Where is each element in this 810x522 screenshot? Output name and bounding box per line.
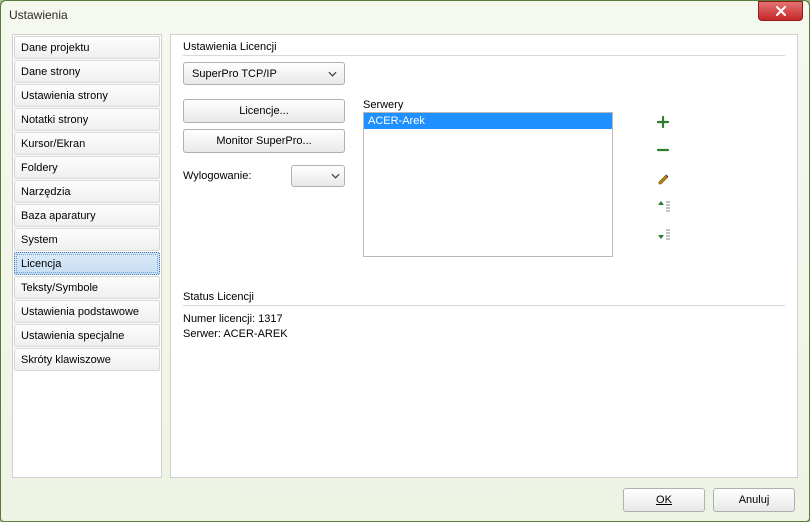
sidebar-item-ustawienia-strony[interactable]: Ustawienia strony bbox=[14, 84, 160, 107]
sidebar-item-foldery[interactable]: Foldery bbox=[14, 156, 160, 179]
move-down-button[interactable] bbox=[654, 225, 672, 243]
ok-button[interactable]: OK bbox=[623, 488, 705, 512]
dialog-footer: OK Anuluj bbox=[623, 488, 795, 512]
sidebar-item-dane-strony[interactable]: Dane strony bbox=[14, 60, 160, 83]
license-status-label: Status Licencji bbox=[183, 291, 785, 303]
close-button[interactable] bbox=[758, 1, 803, 21]
sidebar-item-notatki-strony[interactable]: Notatki strony bbox=[14, 108, 160, 131]
content-panel: Ustawienia Licencji SuperPro TCP/IP Lice… bbox=[170, 34, 798, 478]
license-type-combo[interactable]: SuperPro TCP/IP bbox=[183, 62, 345, 85]
close-icon bbox=[775, 6, 787, 16]
edit-server-button[interactable] bbox=[654, 169, 672, 187]
divider bbox=[183, 305, 785, 306]
category-sidebar: Dane projektuDane stronyUstawienia stron… bbox=[12, 34, 162, 478]
license-number-line: Numer licencji: 1317 bbox=[183, 312, 785, 327]
ok-label: OK bbox=[656, 494, 672, 506]
server-list-item[interactable]: ACER-Arek bbox=[364, 113, 612, 129]
sidebar-item-kursor-ekran[interactable]: Kursor/Ekran bbox=[14, 132, 160, 155]
monitor-superpro-button[interactable]: Monitor SuperPro... bbox=[183, 129, 345, 153]
sidebar-item-dane-projektu[interactable]: Dane projektu bbox=[14, 36, 160, 59]
move-up-button[interactable] bbox=[654, 197, 672, 215]
add-server-button[interactable] bbox=[654, 113, 672, 131]
licenses-button[interactable]: Licencje... bbox=[183, 99, 345, 123]
sidebar-item-ustawienia-specjalne[interactable]: Ustawienia specjalne bbox=[14, 324, 160, 347]
servers-label: Serwery bbox=[363, 99, 633, 111]
plus-icon bbox=[656, 115, 670, 129]
arrow-up-icon bbox=[656, 199, 670, 213]
pencil-icon bbox=[656, 171, 670, 185]
server-toolbar bbox=[651, 99, 675, 257]
logout-label: Wylogowanie: bbox=[183, 170, 283, 182]
cancel-button[interactable]: Anuluj bbox=[713, 488, 795, 512]
window-title: Ustawienia bbox=[7, 8, 803, 22]
license-type-value: SuperPro TCP/IP bbox=[192, 68, 324, 80]
arrow-down-icon bbox=[656, 227, 670, 241]
sidebar-item-baza-aparatury[interactable]: Baza aparatury bbox=[14, 204, 160, 227]
sidebar-item-narz-dzia[interactable]: Narzędzia bbox=[14, 180, 160, 203]
titlebar: Ustawienia bbox=[1, 1, 809, 29]
divider bbox=[183, 55, 785, 56]
minus-icon bbox=[656, 143, 670, 157]
logout-combo[interactable] bbox=[291, 165, 345, 187]
sidebar-item-teksty-symbole[interactable]: Teksty/Symbole bbox=[14, 276, 160, 299]
sidebar-item-ustawienia-podstawowe[interactable]: Ustawienia podstawowe bbox=[14, 300, 160, 323]
sidebar-item-skr-ty-klawiszowe[interactable]: Skróty klawiszowe bbox=[14, 348, 160, 371]
sidebar-item-licencja[interactable]: Licencja bbox=[14, 252, 160, 275]
settings-dialog: Ustawienia Dane projektuDane stronyUstaw… bbox=[0, 0, 810, 522]
chevron-down-icon bbox=[324, 71, 340, 77]
chevron-down-icon bbox=[331, 173, 340, 179]
license-server-line: Serwer: ACER-AREK bbox=[183, 327, 785, 342]
license-settings-label: Ustawienia Licencji bbox=[183, 41, 785, 53]
remove-server-button[interactable] bbox=[654, 141, 672, 159]
servers-listbox[interactable]: ACER-Arek bbox=[363, 112, 613, 257]
sidebar-item-system[interactable]: System bbox=[14, 228, 160, 251]
